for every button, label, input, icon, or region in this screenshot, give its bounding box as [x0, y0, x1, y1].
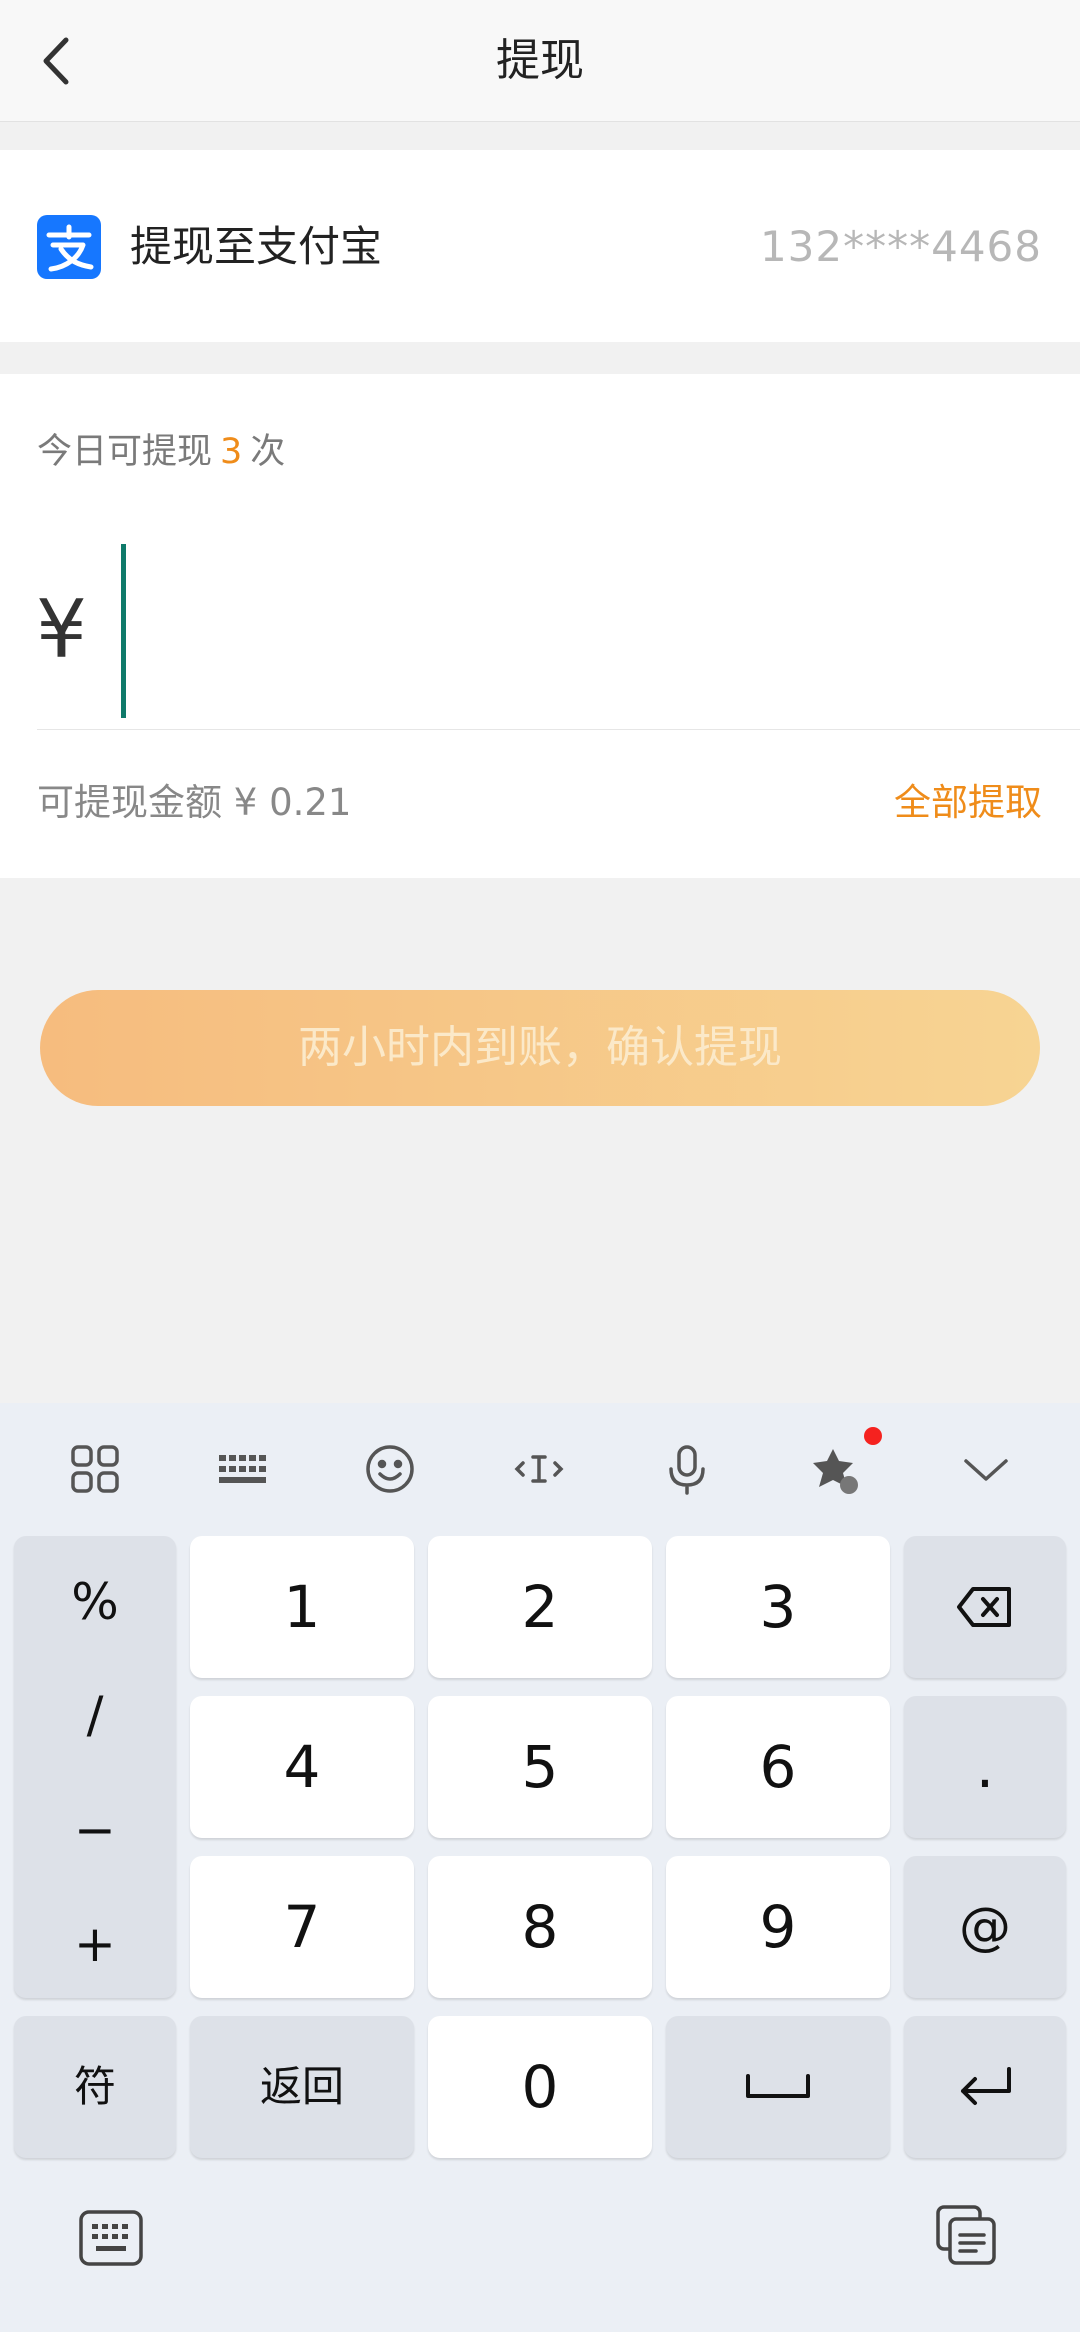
- count-number: 3: [220, 432, 243, 472]
- microphone-icon[interactable]: [659, 1441, 715, 1497]
- clipboard-icon[interactable]: [934, 2203, 998, 2267]
- key-0[interactable]: 0: [428, 2016, 652, 2158]
- symbols-key[interactable]: 符: [14, 2016, 176, 2158]
- notification-badge: [864, 1427, 882, 1445]
- keyboard-switch-icon[interactable]: [78, 2208, 144, 2268]
- count-prefix: 今日可提现: [37, 432, 213, 472]
- page-title: 提现: [496, 35, 584, 86]
- numeric-keyboard: % / − + 1 2 3 4 5 6 7 8 9 . @ 符 返回 0: [0, 1403, 1080, 2332]
- amount-card: 今日可提现 3 次 ¥ 可提现金额 ¥ 0.21 全部提取: [0, 374, 1080, 878]
- currency-symbol: ¥: [36, 583, 87, 676]
- sticker-icon[interactable]: [805, 1441, 861, 1497]
- backspace-key[interactable]: [904, 1536, 1066, 1678]
- backspace-icon: [957, 1587, 1011, 1627]
- key-5[interactable]: 5: [428, 1696, 652, 1838]
- available-amount: 可提现金额 ¥ 0.21: [37, 781, 352, 824]
- key-2[interactable]: 2: [428, 1536, 652, 1678]
- percent-symbol[interactable]: %: [14, 1572, 176, 1632]
- keyboard-layout-icon[interactable]: [215, 1441, 271, 1497]
- key-1[interactable]: 1: [190, 1536, 414, 1678]
- key-8[interactable]: 8: [428, 1856, 652, 1998]
- space-icon: [746, 2074, 810, 2098]
- key-6[interactable]: 6: [666, 1696, 890, 1838]
- grid-apps-icon[interactable]: [67, 1441, 123, 1497]
- withdraw-all-link[interactable]: 全部提取: [894, 778, 1042, 828]
- enter-key[interactable]: [904, 2016, 1066, 2158]
- slash-symbol[interactable]: /: [14, 1685, 176, 1745]
- title-bar: 提现: [0, 0, 1080, 122]
- key-7[interactable]: 7: [190, 1856, 414, 1998]
- keyboard-toolbar: [0, 1403, 1080, 1531]
- back-key[interactable]: 返回: [190, 2016, 414, 2158]
- emoji-icon[interactable]: [362, 1441, 418, 1497]
- minus-symbol[interactable]: −: [14, 1800, 176, 1860]
- amount-input[interactable]: [121, 544, 126, 718]
- text-cursor-icon[interactable]: [511, 1441, 567, 1497]
- collapse-chevron-icon[interactable]: [958, 1441, 1014, 1497]
- daily-withdraw-count: 今日可提现 3 次: [37, 430, 285, 474]
- symbol-column-key[interactable]: % / − +: [14, 1536, 176, 1998]
- divider: [37, 729, 1080, 730]
- key-3[interactable]: 3: [666, 1536, 890, 1678]
- space-key[interactable]: [666, 2016, 890, 2158]
- count-suffix: 次: [250, 432, 286, 472]
- key-9[interactable]: 9: [666, 1856, 890, 1998]
- account-number: 132****4468: [759, 222, 1042, 271]
- key-4[interactable]: 4: [190, 1696, 414, 1838]
- account-label: 提现至支付宝: [130, 222, 383, 271]
- confirm-withdraw-button[interactable]: 两小时内到账，确认提现: [40, 990, 1040, 1106]
- plus-symbol[interactable]: +: [14, 1914, 176, 1974]
- dot-key[interactable]: .: [904, 1696, 1066, 1838]
- withdraw-account-row[interactable]: 提现至支付宝 132****4468: [0, 150, 1080, 342]
- enter-icon: [961, 2067, 1011, 2105]
- alipay-icon: [37, 215, 101, 279]
- at-key[interactable]: @: [904, 1856, 1066, 1998]
